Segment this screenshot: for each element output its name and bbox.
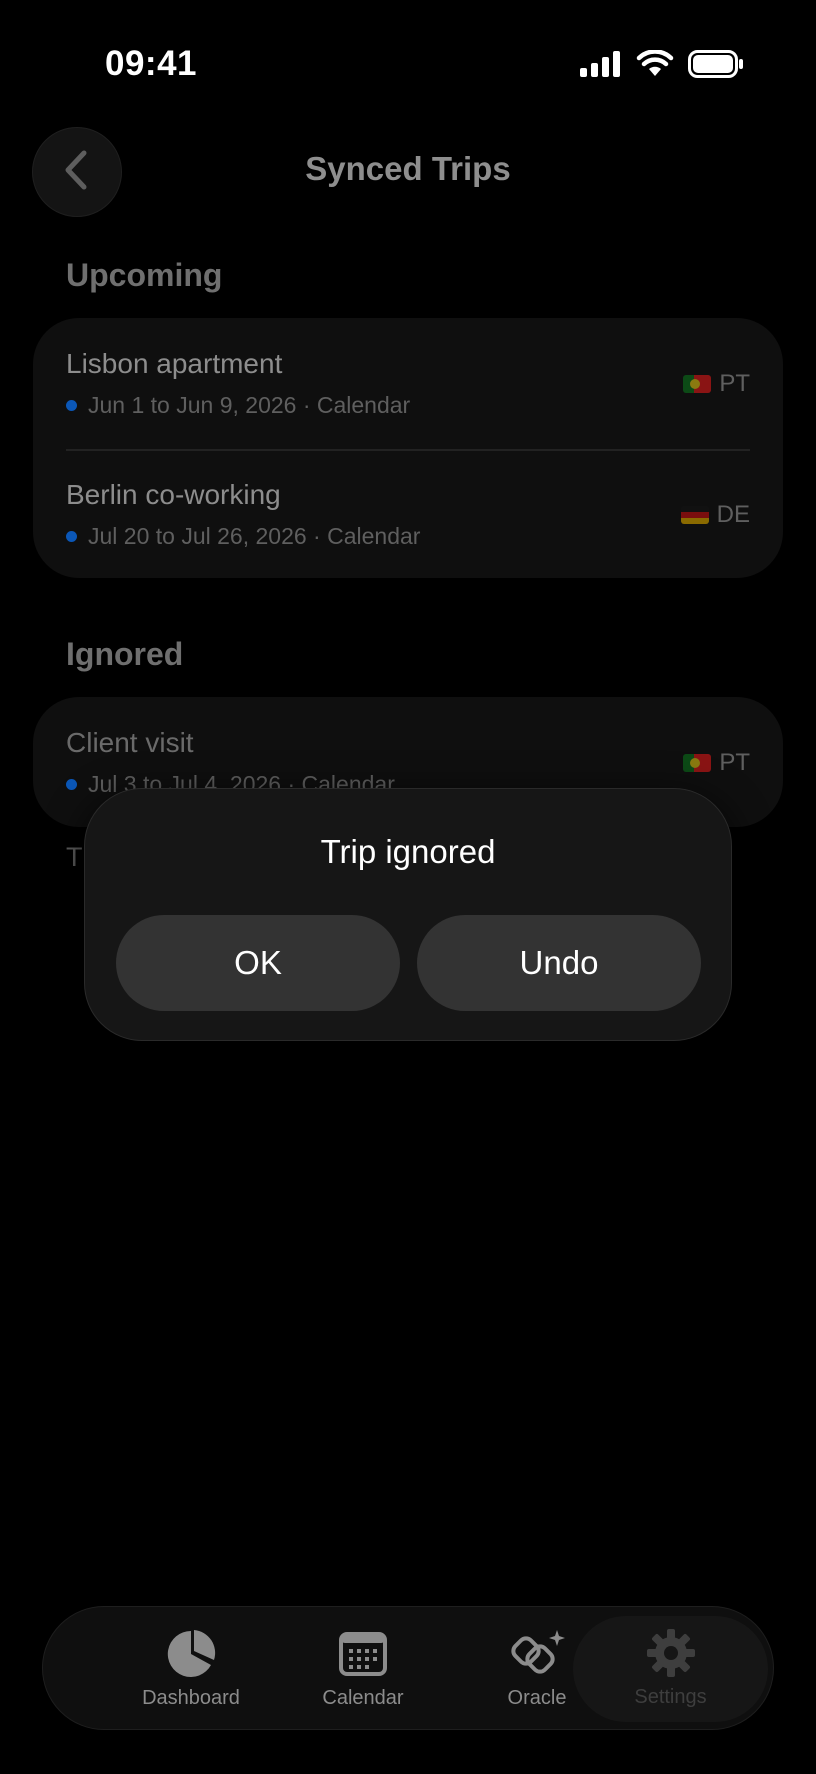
battery-icon: [688, 50, 744, 83]
country-code: PT: [719, 370, 750, 397]
gear-icon: [646, 1628, 696, 1678]
ok-button[interactable]: OK: [116, 915, 400, 1011]
tab-label: Calendar: [322, 1687, 404, 1709]
trip-country: PT: [683, 749, 750, 777]
calendar-source-dot: [66, 779, 77, 790]
trip-country: DE: [680, 501, 750, 529]
pie-chart-icon: [166, 1629, 216, 1679]
tab-dashboard[interactable]: Dashboard: [106, 1607, 276, 1731]
upcoming-trips-card: Lisbon apartment Jun 1 to Jun 9, 2026 · …: [33, 318, 783, 578]
cellular-signal-icon: [580, 51, 622, 82]
oracle-sparkle-icon: [509, 1629, 565, 1679]
germany-flag-icon: [680, 506, 709, 524]
calendar-source-dot: [66, 400, 77, 411]
section-title-ignored: Ignored: [66, 636, 184, 672]
trip-title: Client visit: [66, 727, 194, 758]
country-code: PT: [719, 749, 750, 776]
trip-dates-text: Jul 20 to Jul 26, 2026 · Calendar: [88, 523, 421, 549]
country-code: DE: [716, 501, 750, 528]
tab-calendar[interactable]: Calendar: [278, 1607, 448, 1731]
trip-dates: Jun 1 to Jun 9, 2026 · Calendar: [66, 392, 410, 419]
synced-trips-screen: 09:41 Synced Trips Upcoming Lisbon apart…: [0, 0, 816, 1774]
tab-settings[interactable]: Settings: [573, 1616, 768, 1722]
tab-label: Oracle: [507, 1687, 567, 1709]
trip-row[interactable]: Lisbon apartment Jun 1 to Jun 9, 2026 · …: [33, 318, 783, 448]
tab-bar: Dashboard Calendar Oracle Settings: [42, 1606, 774, 1730]
portugal-flag-icon: [683, 754, 712, 772]
footer-hint-text: T: [66, 842, 83, 872]
section-title-upcoming: Upcoming: [66, 257, 223, 293]
trip-ignored-alert: Trip ignored OK Undo: [84, 788, 732, 1041]
trip-title: Berlin co-working: [66, 479, 281, 510]
tab-label: Settings: [634, 1686, 707, 1708]
status-icons: [580, 49, 744, 83]
undo-button[interactable]: Undo: [417, 915, 701, 1011]
trip-dates: Jul 20 to Jul 26, 2026 · Calendar: [66, 523, 420, 550]
wifi-icon: [636, 49, 674, 83]
trip-row[interactable]: Berlin co-working Jul 20 to Jul 26, 2026…: [33, 449, 783, 579]
trip-dates-text: Jun 1 to Jun 9, 2026 · Calendar: [88, 392, 411, 418]
calendar-icon: [339, 1629, 387, 1679]
trip-country: PT: [683, 370, 750, 398]
status-time: 09:41: [105, 44, 198, 83]
tab-label: Dashboard: [142, 1687, 240, 1709]
calendar-source-dot: [66, 531, 77, 542]
trip-title: Lisbon apartment: [66, 348, 283, 379]
portugal-flag-icon: [683, 375, 712, 393]
alert-title: Trip ignored: [320, 833, 496, 870]
page-title: Synced Trips: [305, 150, 511, 187]
